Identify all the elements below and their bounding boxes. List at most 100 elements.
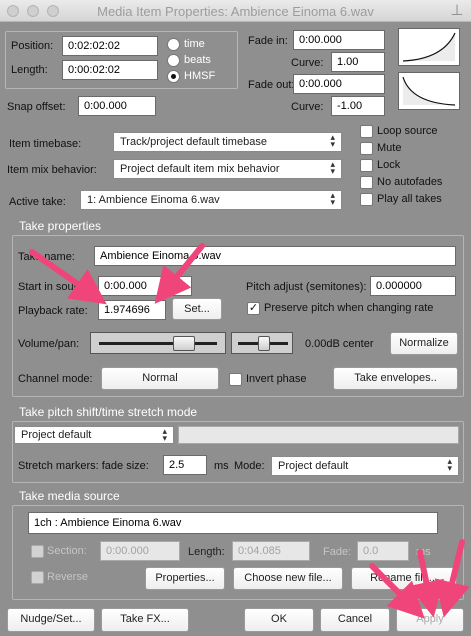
playback-rate-label: Playback rate:	[18, 305, 88, 317]
fade-in-shape-button[interactable]	[398, 28, 460, 66]
play-all-takes-label: Play all takes	[377, 193, 442, 205]
pitch-shift-mode-value: Project default	[21, 429, 92, 441]
apply-button[interactable]: Apply	[396, 608, 464, 632]
take-envelopes-button[interactable]: Take envelopes..	[333, 367, 458, 390]
mute-checkbox[interactable]	[360, 142, 373, 155]
timebase-label: Item timebase:	[9, 138, 82, 150]
ok-button[interactable]: OK	[244, 608, 314, 632]
mix-behavior-label: Item mix behavior:	[7, 164, 97, 176]
start-in-source-field[interactable]: 0:00.000	[98, 276, 192, 296]
snap-offset-label: Snap offset:	[7, 101, 66, 113]
fade-out-curve-icon	[402, 76, 456, 106]
playback-rate-field[interactable]: 1.974696	[98, 300, 166, 320]
preserve-pitch-label: Preserve pitch when changing rate	[264, 302, 434, 314]
fade-out-label: Fade out:	[248, 79, 295, 91]
radio-hmsf[interactable]	[167, 70, 180, 83]
loop-source-label: Loop source	[377, 125, 438, 137]
rename-file-button[interactable]: Rename file...	[351, 567, 457, 590]
take-name-field[interactable]: Ambience Einoma 6.wav	[94, 246, 456, 266]
pin-icon[interactable]: ⊥	[448, 2, 466, 20]
volume-slider-track	[99, 342, 217, 345]
stretch-fade-label: Stretch markers: fade size:	[18, 460, 149, 472]
start-in-source-label: Start in source:	[18, 281, 92, 293]
cancel-button[interactable]: Cancel	[320, 608, 390, 632]
section-fade-ms-label: ms	[416, 546, 431, 558]
mix-behavior-value: Project default item mix behavior	[120, 163, 280, 175]
stretch-fade-field[interactable]: 2.5	[163, 455, 207, 475]
select-arrows-icon: ▴ ▾	[330, 190, 335, 207]
no-autofades-label: No autofades	[377, 176, 443, 188]
fade-in-curve-field[interactable]: 1.00	[331, 52, 385, 72]
fade-in-curve-icon	[402, 32, 456, 62]
active-take-select[interactable]: 1: Ambience Einoma 6.wav ▴ ▾	[80, 190, 342, 210]
nudge-set-button[interactable]: Nudge/Set...	[7, 608, 95, 632]
section-fade-label: Fade:	[323, 546, 352, 558]
loop-source-checkbox[interactable]	[360, 125, 373, 138]
select-arrows-icon: ▴ ▾	[447, 456, 452, 473]
checkmark-icon: ✓	[248, 302, 259, 314]
length-label: Length:	[11, 64, 48, 76]
section-fade-field: 0.0	[357, 541, 409, 561]
media-source-field: 1ch : Ambience Einoma 6.wav	[28, 512, 438, 534]
stretch-mode-select[interactable]: Project default ▴ ▾	[271, 456, 459, 476]
mix-behavior-select[interactable]: Project default item mix behavior ▴ ▾	[113, 159, 342, 179]
take-properties-heading: Take properties	[19, 219, 102, 233]
snap-offset-field[interactable]: 0:00.000	[78, 96, 156, 116]
section-checkbox[interactable]	[31, 545, 44, 558]
radio-time[interactable]	[167, 38, 180, 51]
pan-slider-thumb[interactable]	[258, 336, 270, 351]
length-field[interactable]: 0:00:02:02	[62, 60, 158, 80]
choose-new-file-button[interactable]: Choose new file...	[233, 567, 343, 590]
stretch-heading: Take pitch shift/time stretch mode	[19, 405, 198, 419]
media-source-heading: Take media source	[19, 489, 120, 503]
radio-time-label: time	[184, 38, 205, 50]
select-arrows-icon: ▴ ▾	[162, 426, 167, 443]
source-properties-button[interactable]: Properties...	[145, 567, 225, 590]
fade-out-curve-field[interactable]: -1.00	[331, 96, 385, 116]
active-take-value: 1: Ambience Einoma 6.wav	[87, 194, 220, 206]
lock-label: Lock	[377, 159, 401, 171]
fade-out-shape-button[interactable]	[398, 72, 460, 110]
no-autofades-checkbox[interactable]	[360, 176, 373, 189]
fade-in-field[interactable]: 0:00.000	[293, 30, 385, 50]
section-label: Section:	[47, 545, 87, 557]
invert-phase-checkbox[interactable]	[229, 373, 242, 386]
preserve-pitch-checkbox[interactable]: ✓	[247, 302, 260, 315]
lock-checkbox[interactable]	[360, 159, 373, 172]
section-length-field: 0:04.085	[232, 541, 310, 561]
mute-label: Mute	[377, 142, 402, 154]
take-fx-button[interactable]: Take FX...	[101, 608, 189, 632]
pitch-adjust-field[interactable]: 0.000000	[370, 276, 456, 296]
window-title: Media Item Properties: Ambience Einoma 6…	[97, 4, 374, 19]
take-name-label: Take name:	[18, 251, 75, 263]
fade-out-curve-label: Curve:	[291, 101, 324, 113]
position-label: Position:	[11, 40, 54, 52]
radio-beats[interactable]	[167, 54, 180, 67]
position-field[interactable]: 0:02:02:02	[62, 36, 158, 56]
pitch-shift-mode-select[interactable]: Project default ▴ ▾	[14, 426, 174, 444]
pan-slider[interactable]	[231, 332, 293, 354]
stretch-ms-label: ms	[214, 460, 229, 472]
reverse-checkbox[interactable]	[31, 571, 44, 584]
set-rate-button[interactable]: Set...	[172, 298, 222, 320]
section-length-label: Length:	[188, 546, 225, 558]
volume-slider-thumb[interactable]	[173, 336, 195, 351]
select-arrows-icon: ▴ ▾	[330, 159, 335, 176]
active-take-label: Active take:	[9, 196, 66, 208]
select-arrows-icon: ▴ ▾	[330, 132, 335, 149]
pitch-adjust-label: Pitch adjust (semitones):	[246, 281, 367, 293]
fade-in-label: Fade in:	[248, 35, 288, 47]
section-field: 0:00.000	[100, 541, 180, 561]
fade-in-curve-label: Curve:	[291, 57, 324, 69]
fade-out-field[interactable]: 0:00.000	[293, 74, 385, 94]
timebase-select[interactable]: Track/project default timebase ▴ ▾	[113, 132, 342, 152]
invert-phase-label: Invert phase	[246, 373, 307, 385]
volume-pan-readout: 0.00dB center	[305, 338, 374, 350]
radio-beats-label: beats	[184, 54, 211, 66]
play-all-takes-checkbox[interactable]	[360, 193, 373, 206]
normalize-button[interactable]: Normalize	[390, 332, 458, 355]
timebase-value: Track/project default timebase	[120, 136, 267, 148]
channel-mode-button[interactable]: Normal	[101, 367, 219, 390]
volume-slider[interactable]	[90, 332, 226, 354]
volume-pan-label: Volume/pan:	[18, 338, 80, 350]
